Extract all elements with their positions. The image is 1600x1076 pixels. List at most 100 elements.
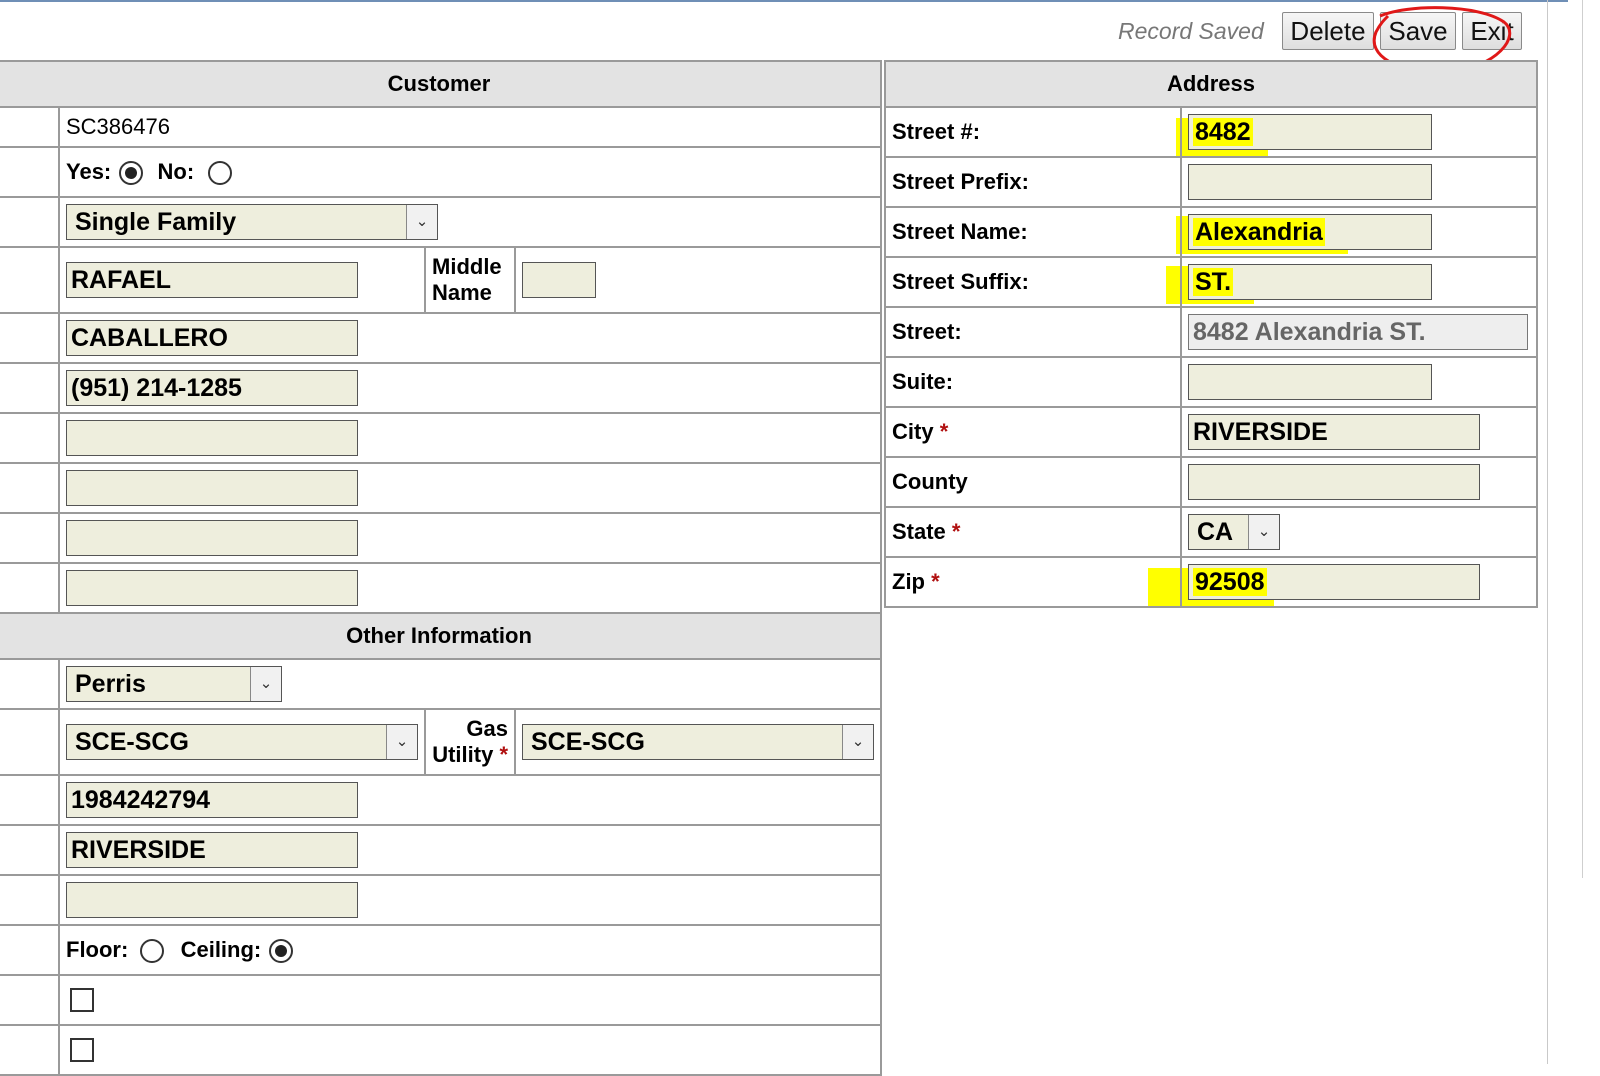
row-label — [0, 412, 60, 464]
street-num-input[interactable]: 8482 — [1188, 114, 1432, 150]
gas-utility-select[interactable]: SCE-SCG ⌄ — [522, 724, 874, 760]
other-info-header: Other Information — [0, 612, 882, 660]
street-name-label: Street Name: — [884, 206, 1182, 258]
customer-field-input[interactable] — [66, 520, 358, 556]
row-label — [0, 362, 60, 414]
row-label — [0, 462, 60, 514]
row-label — [0, 874, 60, 926]
row-label — [0, 824, 60, 876]
first-name-input[interactable]: RAFAEL — [66, 262, 358, 298]
street-num-value: 8482 — [1193, 118, 1253, 146]
vertical-scrollbar[interactable] — [1582, 0, 1600, 1064]
zip-input[interactable]: 92508 — [1188, 564, 1480, 600]
street-prefix-input[interactable] — [1188, 164, 1432, 200]
save-button[interactable]: Save — [1380, 12, 1456, 50]
county-input[interactable] — [1188, 464, 1480, 500]
location-select[interactable]: Perris ⌄ — [66, 666, 282, 702]
gas-utility-label-cell: Gas Utility * — [424, 708, 516, 776]
street-name-input[interactable]: Alexandria — [1188, 214, 1432, 250]
state-label: State — [892, 519, 946, 544]
chevron-down-icon: ⌄ — [386, 725, 417, 759]
chevron-down-icon: ⌄ — [250, 667, 281, 701]
yes-no-group: Yes: No: — [58, 146, 882, 198]
record-status: Record Saved — [1118, 18, 1264, 44]
floor-ceiling-group: Floor: Ceiling: — [58, 924, 882, 976]
county-label: County — [884, 456, 1182, 508]
row-label — [0, 562, 60, 614]
row-label — [0, 974, 60, 1026]
row-label — [0, 708, 60, 776]
suite-label: Suite: — [884, 356, 1182, 408]
no-label: No: — [157, 158, 195, 184]
option-checkbox[interactable] — [70, 1038, 94, 1062]
city-label-cell: City * — [884, 406, 1182, 458]
delete-button[interactable]: Delete — [1282, 12, 1374, 50]
middle-name-input[interactable] — [522, 262, 596, 298]
required-marker: * — [951, 519, 961, 544]
gas-utility-label: Gas Utility — [432, 716, 508, 767]
property-type-select[interactable]: Single Family ⌄ — [66, 204, 438, 240]
page-right-edge — [1547, 0, 1548, 1064]
address-table: Address Street #: 8482 Street Prefix: St… — [883, 60, 1539, 608]
option-checkbox[interactable] — [70, 988, 94, 1012]
state-value: CA — [1197, 518, 1234, 546]
yes-radio[interactable] — [119, 161, 144, 186]
row-label — [0, 512, 60, 564]
chevron-down-icon: ⌄ — [1248, 515, 1279, 549]
required-marker: * — [931, 569, 940, 594]
street-num-label: Street #: — [884, 106, 1182, 158]
customer-field-input[interactable] — [66, 420, 358, 456]
exit-button[interactable]: Exit — [1462, 12, 1522, 50]
middle-name-label: Middle Name — [424, 246, 516, 314]
yes-label: Yes: — [66, 158, 112, 184]
city-input[interactable]: RIVERSIDE — [1188, 414, 1480, 450]
customer-field-input[interactable] — [66, 570, 358, 606]
customer-field-input[interactable] — [66, 470, 358, 506]
gas-utility-value: SCE-SCG — [531, 728, 645, 756]
suite-input[interactable] — [1188, 364, 1432, 400]
floor-radio[interactable] — [140, 939, 165, 964]
no-radio[interactable] — [208, 161, 233, 186]
ceiling-radio[interactable] — [269, 939, 294, 964]
other-city-input[interactable]: RIVERSIDE — [66, 832, 358, 868]
state-label-cell: State * — [884, 506, 1182, 558]
electric-utility-value: SCE-SCG — [75, 728, 189, 756]
required-marker: * — [939, 419, 949, 444]
state-select[interactable]: CA ⌄ — [1188, 514, 1280, 550]
row-label — [0, 146, 60, 198]
street-prefix-label: Street Prefix: — [884, 156, 1182, 208]
customer-id: SC386476 — [58, 106, 882, 148]
chevron-down-icon: ⌄ — [406, 205, 437, 239]
row-label — [0, 246, 60, 314]
chevron-down-icon: ⌄ — [842, 725, 873, 759]
zip-label-cell: Zip * — [884, 556, 1182, 608]
street-label: Street: — [884, 306, 1182, 358]
required-marker: * — [499, 742, 508, 767]
phone-input[interactable]: (951) 214-1285 — [66, 370, 358, 406]
row-label — [0, 312, 60, 364]
other-field-input[interactable] — [66, 882, 358, 918]
street-suffix-input[interactable]: ST. — [1188, 264, 1432, 300]
row-label — [0, 774, 60, 826]
account-number-input[interactable]: 1984242794 — [66, 782, 358, 818]
last-name-input[interactable]: CABALLERO — [66, 320, 358, 356]
location-value: Perris — [75, 670, 146, 698]
floor-label: Floor: — [66, 936, 129, 962]
street-suffix-label: Street Suffix: — [884, 256, 1182, 308]
row-label — [0, 1024, 60, 1076]
zip-label: Zip — [892, 569, 925, 594]
scrollbar-thumb[interactable] — [1582, 0, 1583, 878]
street-suffix-value: ST. — [1193, 268, 1234, 296]
ceiling-label: Ceiling: — [180, 936, 262, 962]
street-name-value: Alexandria — [1193, 218, 1325, 246]
street-readonly-field: 8482 Alexandria ST. — [1188, 314, 1528, 350]
electric-utility-select[interactable]: SCE-SCG ⌄ — [66, 724, 418, 760]
address-header: Address — [883, 60, 1539, 108]
zip-value: 92508 — [1193, 568, 1267, 596]
window-top-border — [0, 0, 1568, 2]
city-label: City — [892, 419, 934, 444]
row-label — [0, 924, 60, 976]
row-label — [0, 196, 60, 248]
row-label — [0, 106, 60, 148]
customer-table: Customer SC386476 Yes: No: Single Family… — [0, 60, 882, 1076]
